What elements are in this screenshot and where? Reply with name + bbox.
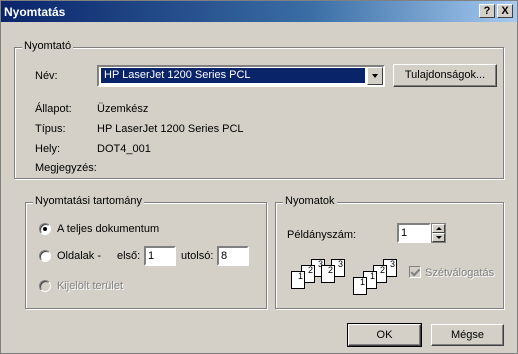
range-to-label: utolsó: <box>181 250 214 262</box>
range-from-label: első: <box>117 250 141 262</box>
copies-group: Nyomatok <box>275 195 504 309</box>
page-icon: 1 <box>291 271 305 289</box>
collate-checkbox[interactable] <box>409 266 421 278</box>
chevron-down-icon[interactable] <box>367 67 383 85</box>
page-icon: 1 <box>353 277 367 295</box>
range-pages-radio[interactable] <box>39 250 51 262</box>
close-button[interactable]: X <box>497 4 513 18</box>
where-value: DOT4_001 <box>97 143 151 155</box>
ok-button[interactable]: OK <box>347 323 422 347</box>
type-label: Típus: <box>35 123 66 135</box>
status-value: Üzemkész <box>97 103 149 115</box>
status-label: Állapot: <box>35 103 72 115</box>
printer-name-value: HP LaserJet 1200 Series PCL <box>101 68 365 83</box>
where-label: Hely: <box>35 143 61 155</box>
spin-down-icon[interactable] <box>432 233 445 242</box>
window-title: Nyomtatás <box>4 5 66 19</box>
printer-name-select[interactable]: HP LaserJet 1200 Series PCL <box>97 65 385 87</box>
print-dialog: Nyomtatás ? X Nyomtató Név: HP LaserJet … <box>0 0 518 354</box>
title-bar[interactable]: Nyomtatás ? X <box>1 1 517 22</box>
range-all-radio[interactable] <box>39 223 51 235</box>
page-icon: 2 <box>321 265 335 283</box>
range-all-label[interactable]: A teljes dokumentum <box>57 223 159 235</box>
range-pages-label[interactable]: Oldalak - <box>57 250 101 262</box>
printer-group-label: Nyomtató <box>22 40 74 52</box>
copies-count-input[interactable]: 1 <box>397 223 431 243</box>
range-selection-label[interactable]: Kijelölt terület <box>57 280 123 292</box>
copies-spinner[interactable] <box>431 223 446 243</box>
range-to-input[interactable]: 8 <box>217 246 249 266</box>
print-range-group-label: Nyomtatási tartomány <box>33 195 144 207</box>
properties-button[interactable]: Tulajdonságok... <box>393 64 497 87</box>
spin-up-icon[interactable] <box>432 224 445 233</box>
help-button[interactable]: ? <box>479 4 495 18</box>
copies-count-label: Példányszám: <box>287 229 357 241</box>
cancel-button[interactable]: Mégse <box>431 324 504 346</box>
copies-group-label: Nyomatok <box>283 195 337 207</box>
type-value: HP LaserJet 1200 Series PCL <box>97 123 244 135</box>
range-selection-radio[interactable] <box>39 280 51 292</box>
comment-label: Megjegyzés: <box>35 162 97 174</box>
range-from-input[interactable]: 1 <box>144 246 176 266</box>
printer-name-label: Név: <box>35 70 58 82</box>
collate-label[interactable]: Szétválogatás <box>425 267 494 279</box>
